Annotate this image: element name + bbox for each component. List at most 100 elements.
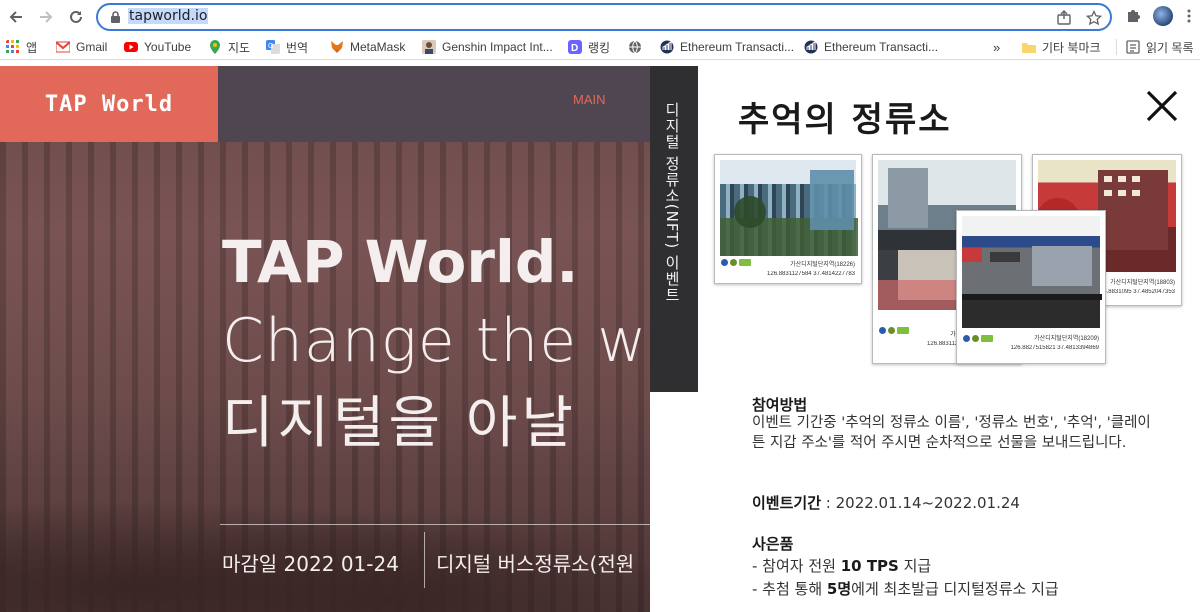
lock-icon [111,11,120,23]
site-logo[interactable]: TAP World [0,66,218,142]
logo-text: TAP World [44,91,174,117]
translate-icon: G [266,40,280,54]
bookmark-youtube[interactable]: YouTube [124,38,191,56]
web-page: TAP World MAIN TAP World. Change the wo … [0,66,1200,612]
gift-text: - 추첨 통해 [752,580,827,598]
bookmark-label: Ethereum Transacti... [824,40,939,54]
panel-title: 추억의 정류소 [738,100,952,140]
etherscan-icon [660,40,674,54]
bookmark-label: 기타 북마크 [1042,40,1101,55]
hero-subtitle: 디지털 버스정류소(전원 [436,552,635,576]
back-button[interactable] [4,5,28,29]
bookmark-label: Gmail [76,40,108,54]
bookmark-maps[interactable]: 지도 [208,38,250,56]
photo-caption: 가산디지털단지역(18209) [1034,336,1099,342]
close-icon [1146,90,1178,122]
bookmark-apps[interactable]: 앱 [6,38,37,56]
bookmark-metamask[interactable]: MetaMask [330,38,405,56]
bookmark-label: Genshin Impact Int... [442,40,553,54]
bookmark-label: YouTube [144,40,192,54]
back-arrow-icon [9,11,22,23]
hero-tagline-korean: 디지털을 아날 [222,391,577,456]
gift-amount: 5명 [826,580,852,598]
gift-item: - 추첨 통해 5명에게 최초발급 디지털정류소 지급 [752,578,1059,599]
overflow-chevron-icon: » [993,39,1001,55]
bookmark-label: Ethereum Transacti... [680,40,795,54]
bookmark-translate[interactable]: G 번역 [266,38,308,56]
bookmark-globe[interactable] [628,38,648,56]
bookmark-divider [1116,39,1117,55]
bookmark-label: 랭킹 [588,40,611,55]
hero-title: TAP World. [222,228,579,296]
kebab-icon [1187,9,1191,23]
url-text[interactable]: tapworld.io [128,8,209,24]
forward-arrow-icon [40,11,53,23]
gift-text: - 참여자 전원 [752,557,841,575]
bookmark-etherscan-2[interactable]: Ethereum Transacti... [804,38,938,56]
hero-separator [424,532,425,588]
bookmark-label: MetaMask [350,40,406,54]
event-panel: 추억의 정류소 가산디지털단지역(18226) 126.8831127584 3… [698,66,1200,612]
photo-coordinates: 126.8827515821 37.4813394869 [1010,345,1099,351]
participation-text: 이벤트 기간중 '추억의 정류소 이름', '정류소 번호', '추억', '클… [752,415,1151,451]
deadline-text: 마감일 2022 01-24 [222,552,399,576]
bookmark-label: 지도 [228,40,251,55]
bus-stop-photo [962,216,1102,328]
ranking-d-icon: D [568,40,582,54]
event-period: 이벤트기간 : 2022.01.14~2022.01.24 [752,492,1020,513]
gift-text: 지급 [898,557,932,575]
genshin-avatar-icon [422,40,436,54]
bookmark-other-folder[interactable]: 기타 북마크 [1022,38,1101,56]
bookmark-label: 읽기 목록 [1146,40,1194,55]
svg-text:G: G [268,43,273,50]
event-side-tab[interactable]: 디지털 정류소(NFT) 이벤트 [650,66,698,392]
reload-icon [70,10,82,23]
reload-button[interactable] [64,5,88,29]
hero-section: TAP World MAIN TAP World. Change the wo … [0,66,684,612]
browser-toolbar: tapworld.io [0,0,1200,34]
participation-heading: 참여방법 [752,396,808,414]
close-button[interactable] [1144,88,1180,124]
nav-main-link[interactable]: MAIN [573,92,606,107]
period-label: 이벤트기간 [752,494,822,512]
folder-icon [1022,43,1036,53]
photo-card: 가산디지털단지역(18226) 126.8831127584 37.481422… [714,154,862,284]
reading-list-button[interactable]: 읽기 목록 [1126,38,1194,56]
menu-kebab-button[interactable] [1182,5,1196,27]
share-icon[interactable] [1056,10,1072,26]
photo-caption: 가산디지털단지역(18226) [790,262,855,268]
bookmarks-overflow-button[interactable]: » [993,38,1000,56]
gift-amount: 10 TPS [840,557,899,575]
globe-icon [629,40,641,54]
bookmark-star-icon[interactable] [1086,10,1102,26]
gift-text: 에게 최초발급 디지털정류소 지급 [851,580,1059,598]
bookmarks-bar: 앱 Gmail YouTube 지도 G 번역 MetaMask Genshin… [0,34,1200,60]
extensions-button[interactable] [1122,5,1144,27]
photo-collage: 가산디지털단지역(18226) 126.8831127584 37.481422… [712,154,1186,372]
reading-list-icon [1126,40,1140,54]
gift-heading: 사은품 [752,535,794,553]
hero-divider [220,524,650,525]
photo-coordinates: 126.8831127584 37.4814227783 [767,271,855,277]
bookmark-genshin[interactable]: Genshin Impact Int... [422,38,553,56]
site-header: TAP World MAIN [0,66,650,142]
address-bar[interactable]: tapworld.io [96,3,1112,31]
hero-tagline: Change the wo [222,306,686,376]
bookmark-gmail[interactable]: Gmail [56,38,107,56]
bookmark-ranking[interactable]: D 랭킹 [568,38,610,56]
forward-button[interactable] [34,5,58,29]
profile-avatar[interactable] [1153,6,1173,26]
side-tab-label: 디지털 정류소(NFT) 이벤트 [663,102,681,303]
bookmark-etherscan-1[interactable]: Ethereum Transacti... [660,38,794,56]
puzzle-icon [1128,10,1140,22]
gift-item: - 참여자 전원 10 TPS 지급 [752,555,931,576]
apps-grid-icon [6,40,19,53]
metamask-fox-icon [331,41,343,53]
youtube-icon [124,42,138,52]
bus-stop-photo [720,160,858,256]
maps-pin-icon [210,40,220,54]
bookmark-label: 앱 [26,40,38,55]
etherscan-icon [804,40,818,54]
period-value: : 2022.01.14~2022.01.24 [821,494,1020,512]
bookmark-label: 번역 [286,40,309,55]
